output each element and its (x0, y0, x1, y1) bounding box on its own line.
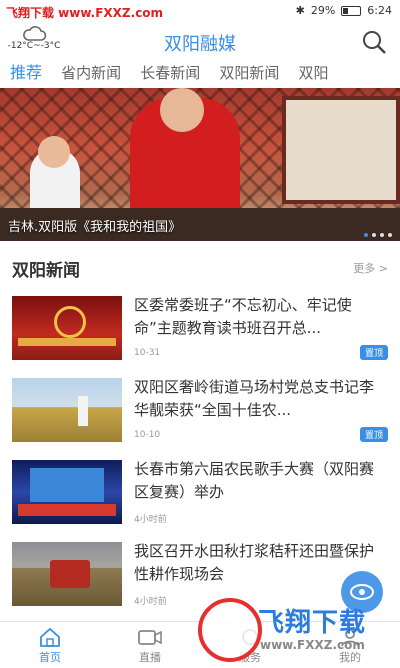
thumb-band (18, 338, 116, 346)
more-link[interactable]: 更多 > (353, 260, 388, 276)
section-header: 双阳新闻 更多 > (0, 252, 400, 282)
video-icon (138, 630, 162, 645)
thumb-stage (18, 504, 116, 516)
banner-carousel[interactable]: 吉林.双阳版《我和我的祖国》 (0, 88, 400, 241)
banner-window (282, 96, 400, 204)
app-title: 双阳融媒 (164, 34, 236, 55)
tab-recommend[interactable]: 推荐 (10, 60, 56, 86)
watermark-url: www.FXXZ.com (260, 638, 365, 652)
banner-person-head (160, 88, 204, 132)
pinned-badge: 置顶 (359, 427, 388, 442)
tabbar-label: 首页 (39, 651, 61, 664)
carousel-dot[interactable] (380, 233, 384, 237)
carousel-dot[interactable] (364, 233, 368, 237)
tabbar-home[interactable]: 首页 (0, 622, 100, 668)
news-item[interactable]: 区委常委班子“不忘初心、牢记使命”主题教育读书班召开总... 10-31 置顶 (0, 290, 400, 372)
tabbar-live[interactable]: 直播 (100, 622, 200, 668)
news-title: 区委常委班子“不忘初心、牢记使命”主题教育读书班召开总... (134, 296, 352, 337)
watermark-overlay: 飞翔下载 www.FXXZ.com (198, 598, 394, 662)
thumb-screen (30, 468, 104, 502)
battery-icon (341, 5, 362, 16)
carousel-dot[interactable] (388, 233, 392, 237)
tabbar-label: 直播 (139, 651, 161, 664)
news-thumbnail (12, 378, 122, 442)
news-time: 4小时前 (134, 515, 167, 525)
news-thumbnail (12, 460, 122, 524)
tab-shuangyang-news[interactable]: 双阳新闻 (219, 60, 293, 86)
news-title: 双阳区奢岭街道马场村党总支书记李华靓荣获“全国十佳农... (134, 378, 375, 419)
news-item[interactable]: 长春市第六届农民歌手大赛（双阳赛区复赛）举办 4小时前 (0, 454, 400, 536)
pinned-badge: 置顶 (359, 345, 388, 360)
news-time: 10-31 (134, 348, 161, 358)
news-title: 长春市第六届农民歌手大赛（双阳赛区复赛）举办 (134, 460, 375, 501)
status-bar: 飞翔下载 www.FXXZ.com ✱ 29% 6:24 (0, 0, 400, 24)
party-emblem-icon (54, 306, 86, 338)
status-right: ✱ 29% 6:24 (296, 4, 392, 17)
tab-province-news[interactable]: 省内新闻 (61, 60, 135, 86)
carousel-dots (364, 233, 392, 237)
home-icon (40, 627, 60, 647)
watermark-logo-icon (198, 598, 262, 662)
news-thumbnail (12, 542, 122, 606)
search-icon (363, 31, 386, 54)
bluetooth-icon: ✱ (295, 4, 305, 17)
tab-changchun-news[interactable]: 长春新闻 (140, 60, 214, 86)
news-thumbnail (12, 296, 122, 360)
news-time: 4小时前 (134, 597, 167, 607)
tab-shuangyang-more[interactable]: 双阳 (298, 60, 342, 86)
battery-percent: 29% (310, 4, 336, 17)
news-item[interactable]: 双阳区奢岭街道马场村党总支书记李华靓荣获“全国十佳农... 10-10 置顶 (0, 372, 400, 454)
section-title: 双阳新闻 (12, 261, 80, 281)
news-time: 10-10 (134, 430, 161, 440)
watermark-text: 飞翔下载 (258, 608, 367, 638)
app-header: -12°C~-3°C 双阳融媒 (0, 24, 400, 60)
banner-child-head (38, 136, 70, 168)
thumb-tractor (50, 560, 90, 588)
thumb-figure (78, 396, 88, 426)
search-button[interactable] (360, 28, 388, 56)
banner-caption: 吉林.双阳版《我和我的祖国》 (8, 220, 182, 235)
category-tabs: 推荐 省内新闻 长春新闻 双阳新闻 双阳 (0, 60, 400, 88)
watermark-top: 飞翔下载 www.FXXZ.com (6, 6, 164, 20)
carousel-dot[interactable] (372, 233, 376, 237)
clock: 6:24 (367, 4, 392, 17)
